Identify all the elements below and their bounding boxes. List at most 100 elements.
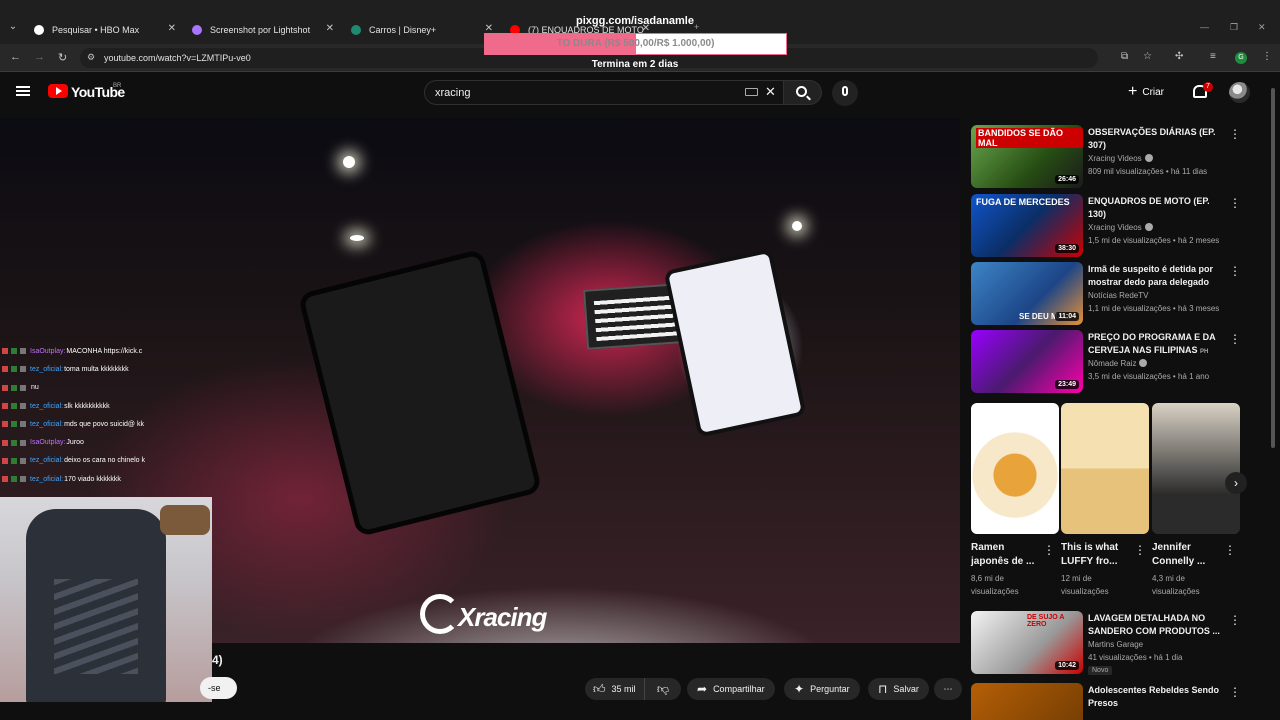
more-options-icon[interactable]: ⋮	[1229, 264, 1241, 278]
install-app-icon[interactable]: ⧉	[1121, 51, 1128, 62]
browser-tab-disney[interactable]: Carros | Disney+ ✕	[351, 20, 493, 40]
phone-holder-left	[297, 248, 543, 538]
search-input[interactable]	[435, 85, 735, 101]
extensions-icon[interactable]: ✣	[1175, 51, 1183, 62]
video-title[interactable]: PREÇO DO PROGRAMA E DA CERVEJA NAS FILIP…	[1088, 331, 1223, 357]
short-thumbnail[interactable]	[1061, 403, 1149, 534]
related-video[interactable]: BANDIDOS SE DÃO MAL 26:46 OBSERVAÇÕES DI…	[971, 125, 1246, 188]
forward-icon[interactable]: →	[34, 51, 45, 63]
related-video[interactable]: 23:49 PREÇO DO PROGRAMA E DA CERVEJA NAS…	[971, 330, 1246, 393]
save-button[interactable]: ⊓ Salvar	[868, 678, 929, 700]
thumbnail-caption: DE SUJO A ZERO	[1027, 614, 1065, 628]
video-title[interactable]: Adolescentes Rebeldes Sendo Presos	[1088, 684, 1223, 710]
channel-name[interactable]: Notícias RedeTV	[1088, 291, 1148, 300]
account-avatar[interactable]	[1229, 82, 1250, 103]
short-title[interactable]: This is what LUFFY fro...	[1061, 541, 1133, 569]
browser-menu-icon[interactable]: ⋮	[1262, 51, 1272, 62]
minimize-icon[interactable]: —	[1200, 22, 1209, 32]
short-title[interactable]: Ramen japonês de ...	[971, 541, 1043, 569]
keyboard-icon[interactable]	[745, 88, 758, 96]
search-button[interactable]	[784, 80, 822, 105]
menu-icon[interactable]	[16, 86, 30, 96]
short-thumbnail[interactable]	[1152, 403, 1240, 534]
video-title[interactable]: Irmã de suspeito é detida por mostrar de…	[1088, 263, 1223, 289]
channel-name[interactable]: Nômade Raiz	[1088, 359, 1148, 368]
browser-tab-lightshot[interactable]: Screenshot por Lightshot ✕	[192, 20, 334, 40]
region-code: BR	[113, 83, 122, 89]
back-icon[interactable]: ←	[10, 51, 21, 63]
restore-icon[interactable]: ❐	[1230, 22, 1238, 33]
like-button[interactable]: 👍︎ 35 mil	[585, 678, 645, 700]
close-tab-icon[interactable]: ✕	[326, 23, 334, 34]
bookmark-star-icon[interactable]: ☆	[1143, 51, 1152, 62]
streamer-webcam	[0, 497, 212, 702]
chat-text: deixo os cara no chinelo k	[64, 457, 146, 465]
more-actions-button[interactable]: ⋯	[934, 678, 962, 700]
chat-badge-icon	[20, 348, 26, 355]
video-meta: 1,5 mi de visualizações • há 2 meses	[1088, 236, 1220, 245]
microphone-icon	[842, 86, 848, 96]
related-video[interactable]: DE SUJO A ZERO 10:42 LAVAGEM DETALHADA N…	[971, 611, 1246, 675]
share-button[interactable]: ➦ Compartilhar	[687, 678, 775, 700]
site-info-icon[interactable]: ⚙	[87, 52, 95, 63]
more-options-icon[interactable]: ⋮	[1043, 543, 1055, 557]
short-views: 12 mi de visualizações	[1061, 574, 1109, 596]
more-options-icon[interactable]: ⋮	[1229, 685, 1241, 699]
video-meta: 3,5 mi de visualizações • há 1 ano	[1088, 372, 1210, 381]
video-thumbnail[interactable]: 23:49	[971, 330, 1083, 393]
more-options-icon[interactable]: ⋮	[1229, 127, 1241, 141]
more-options-icon[interactable]: ⋮	[1229, 613, 1241, 627]
page-scrollbar[interactable]	[1271, 88, 1275, 448]
chevron-right-icon[interactable]: ›	[1225, 472, 1247, 494]
more-options-icon[interactable]: ⋮	[1229, 332, 1241, 346]
clear-search-icon[interactable]: ✕	[765, 84, 776, 100]
reload-icon[interactable]: ↻	[58, 51, 67, 64]
more-options-icon[interactable]: ⋮	[1134, 543, 1146, 557]
create-button[interactable]: + Criar	[1128, 83, 1164, 101]
like-count: 35 mil	[611, 684, 636, 694]
channel-name[interactable]: Martins Garage	[1088, 640, 1143, 649]
notification-count-badge: 7	[1203, 82, 1213, 92]
browser-tab-hbo[interactable]: Pesquisar • HBO Max ✕	[34, 20, 176, 40]
related-video[interactable]: FUGA DE MERCEDES 38:30 ENQUADROS DE MOTO…	[971, 194, 1246, 257]
related-video[interactable]: SE DEU MAL! 11:04 Irmã de suspeito é det…	[971, 262, 1246, 325]
tab-label: Screenshot por Lightshot	[210, 25, 311, 35]
chat-message: tez_oficial: 170 viado kkkkkkk	[0, 470, 175, 488]
chat-badge-icon	[11, 457, 17, 464]
video-thumbnail[interactable]: FUGA DE MERCEDES 38:30	[971, 194, 1083, 257]
subscribe-button[interactable]: -se	[200, 677, 237, 699]
media-controls-icon[interactable]: ≡	[1210, 51, 1216, 62]
youtube-logo-icon[interactable]	[48, 84, 68, 98]
channel-name[interactable]: Xracing Videos	[1088, 223, 1153, 232]
chat-text: toma multa kkkkkkkk	[64, 365, 129, 373]
tab-search-icon[interactable]: ⌄	[6, 20, 20, 34]
video-title[interactable]: OBSERVAÇÕES DIÁRIAS (EP. 307)	[1088, 126, 1223, 152]
lightshot-favicon-icon	[192, 25, 202, 35]
video-title[interactable]: ENQUADROS DE MOTO (EP. 130)	[1088, 195, 1223, 221]
more-options-icon[interactable]: ⋮	[1224, 543, 1236, 557]
short-title[interactable]: Jennifer Connelly ...	[1152, 541, 1224, 569]
video-thumbnail[interactable]: DE SUJO A ZERO 10:42	[971, 611, 1083, 674]
video-thumbnail[interactable]	[971, 683, 1083, 720]
ask-button[interactable]: ✦ Perguntar	[784, 678, 860, 700]
dislike-button[interactable]: 👎︎	[645, 678, 681, 700]
video-thumbnail[interactable]: BANDIDOS SE DÃO MAL 26:46	[971, 125, 1083, 188]
voice-search-button[interactable]	[832, 80, 858, 106]
chat-badge-icon	[11, 384, 17, 391]
plus-icon: +	[1128, 83, 1138, 100]
browser-profile-icon[interactable]: G	[1235, 52, 1247, 64]
chat-text: MACONHA https://kick.c	[66, 347, 143, 355]
video-title[interactable]: LAVAGEM DETALHADA NO SANDERO COM PRODUTO…	[1088, 612, 1223, 638]
chat-badge-icon	[2, 366, 8, 373]
chat-badge-icon	[20, 403, 26, 410]
related-video[interactable]: Adolescentes Rebeldes Sendo Presos ⋮	[971, 683, 1246, 720]
more-options-icon[interactable]: ⋮	[1229, 196, 1241, 210]
video-thumbnail[interactable]: SE DEU MAL! 11:04	[971, 262, 1083, 325]
channel-name[interactable]: Xracing Videos	[1088, 154, 1153, 163]
donation-goal-text: TO DURA (R$ 500,00/R$ 1.000,00)	[556, 38, 715, 49]
close-window-icon[interactable]: ✕	[1258, 22, 1266, 33]
short-thumbnail[interactable]	[971, 403, 1059, 534]
close-tab-icon[interactable]: ✕	[168, 23, 176, 34]
thumbs-down-icon: 👎︎	[656, 681, 670, 696]
chat-message: IsaOutplay: MACONHA https://kick.c	[0, 342, 175, 360]
